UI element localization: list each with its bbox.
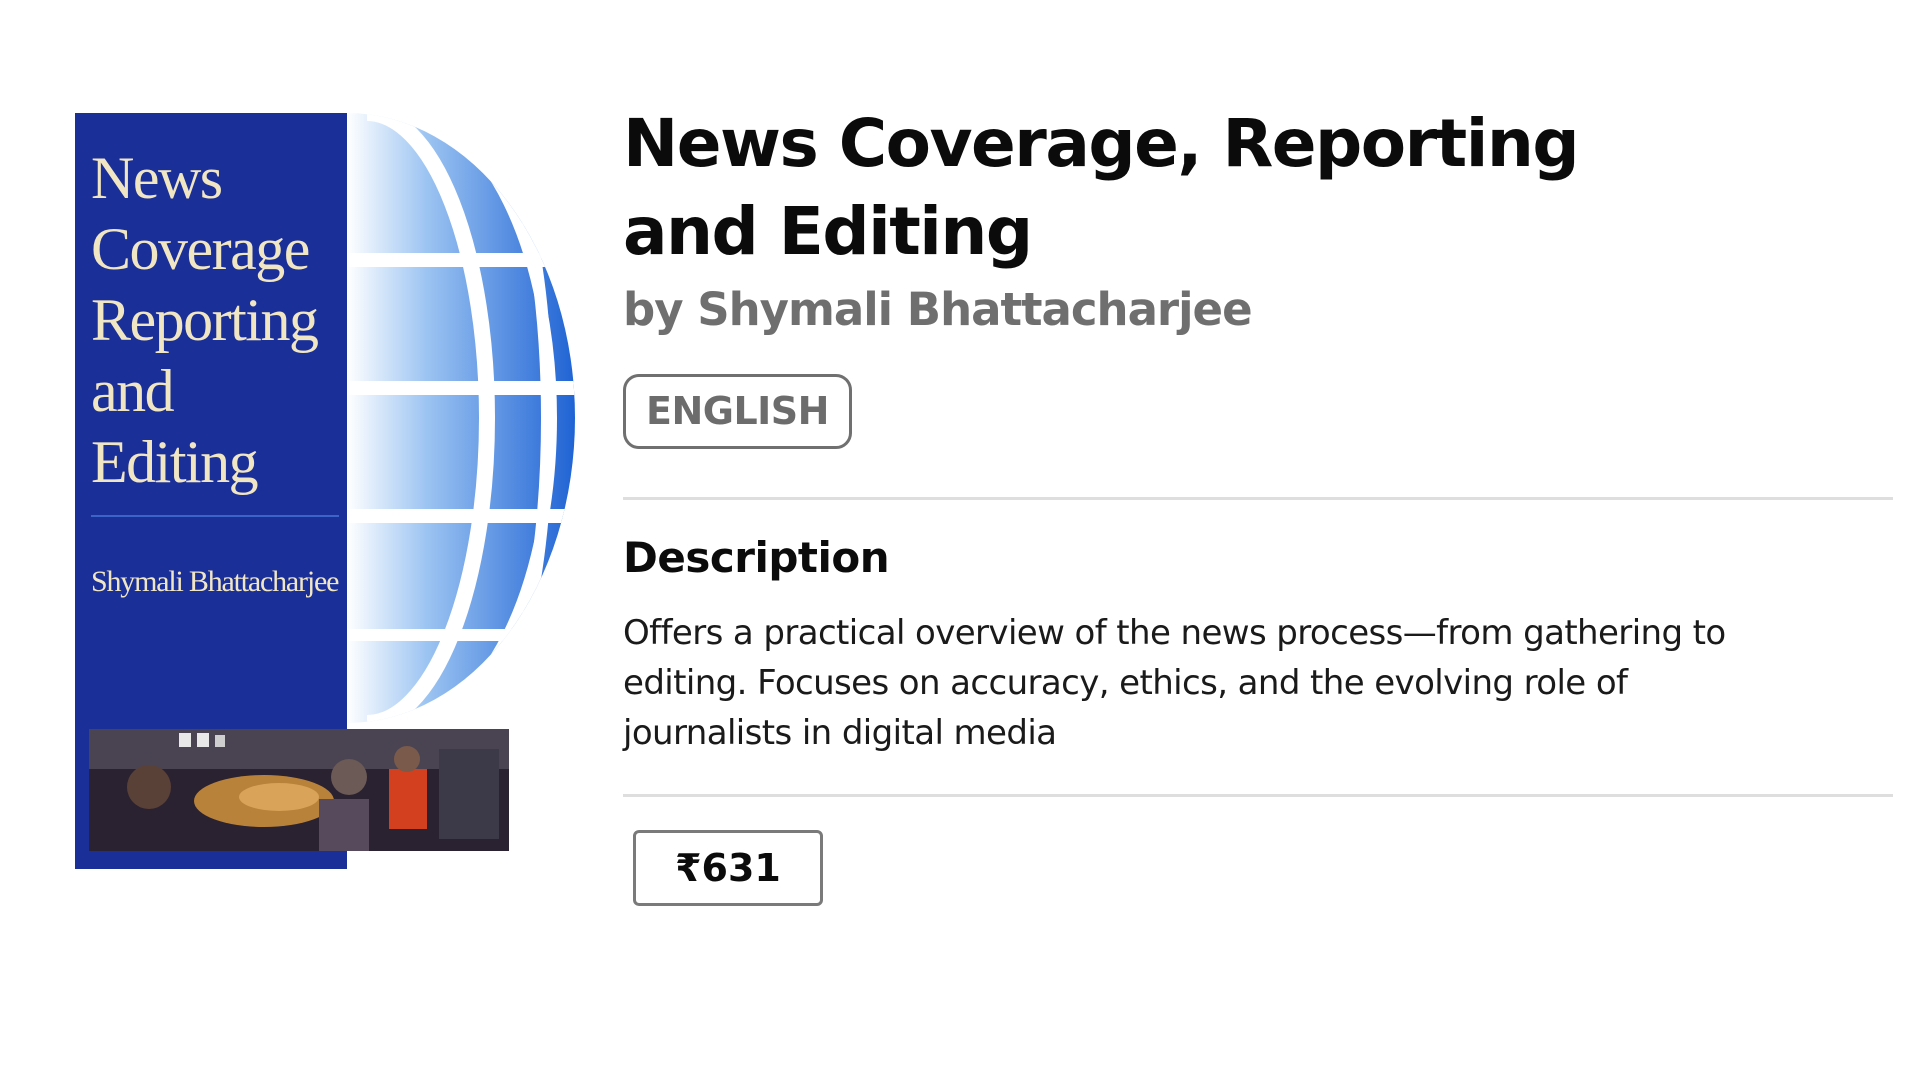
cover-newsroom-photo <box>89 729 509 851</box>
cover-title-line: Coverage <box>91 216 310 282</box>
language-badge: ENGLISH <box>623 374 852 449</box>
cover-title-line: and <box>91 358 175 424</box>
book-title: News Coverage, Reporting and Editing <box>623 105 1580 270</box>
cover-title-line: News <box>91 145 223 211</box>
price-button[interactable]: ₹631 <box>633 830 823 906</box>
divider <box>623 794 1893 797</box>
cover-author: Shymali Bhattacharjee <box>91 565 339 598</box>
cover-title-line: Reporting <box>91 287 319 353</box>
book-detail-page: News Coverage Reporting and Editing Shym… <box>0 0 1920 1080</box>
book-details: News Coverage, Reporting and Editing by … <box>623 100 1893 906</box>
cover-title: News Coverage Reporting and Editing <box>91 143 347 498</box>
divider <box>623 497 1893 500</box>
cover-divider <box>91 515 339 517</box>
description-text: Offers a practical overview of the news … <box>623 613 1726 753</box>
book-author: by Shymali Bhattacharjee <box>623 283 1253 336</box>
cover-title-line: Editing <box>91 429 259 495</box>
book-cover-image: News Coverage Reporting and Editing Shym… <box>75 113 575 869</box>
globe-illustration <box>347 113 575 723</box>
description-heading: Description <box>623 533 890 582</box>
